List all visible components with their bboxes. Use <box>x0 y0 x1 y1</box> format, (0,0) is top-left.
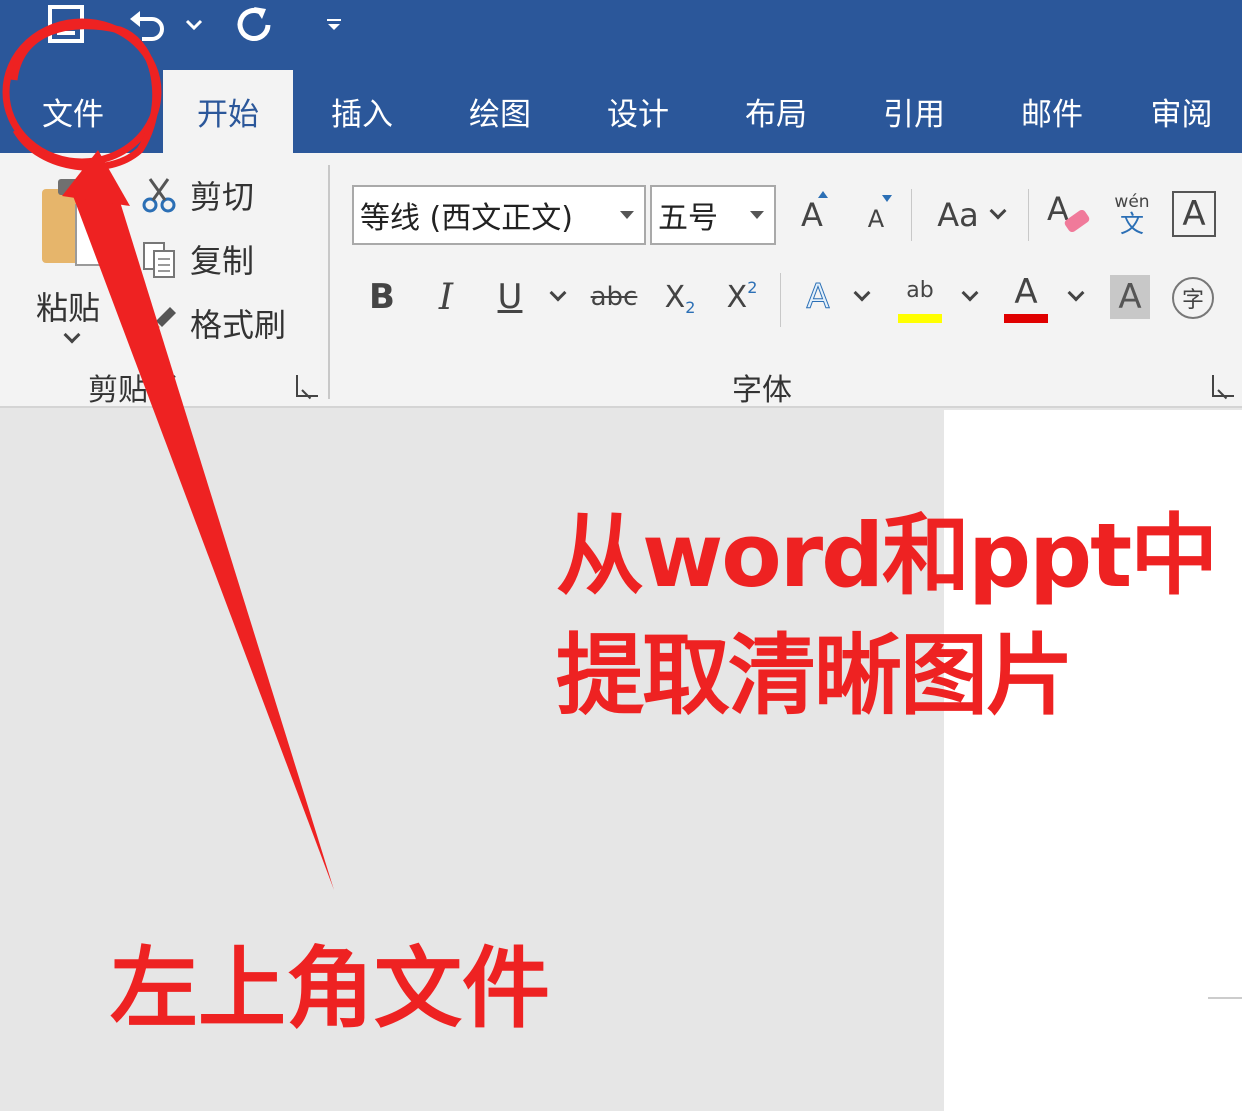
bold-button[interactable]: B <box>362 271 402 323</box>
tab-file[interactable]: 文件 <box>4 70 142 153</box>
clipboard-dialog-launcher-icon[interactable] <box>296 375 318 397</box>
clear-formatting-button[interactable]: A <box>1044 187 1092 243</box>
annotation-title-line1: 从word和ppt中 <box>556 504 1218 607</box>
change-case-dropdown-icon <box>989 202 1007 220</box>
font-name-dropdown-icon <box>620 211 634 219</box>
text-effects-dropdown-icon[interactable] <box>850 284 874 309</box>
copy-icon <box>143 242 175 278</box>
character-border-icon: A <box>1182 194 1206 234</box>
tab-mailings[interactable]: 邮件 <box>983 70 1121 153</box>
strikethrough-button[interactable]: abc <box>590 271 638 323</box>
grow-font-button[interactable]: A <box>792 189 832 241</box>
tab-references[interactable]: 引用 <box>845 70 983 153</box>
redo-icon[interactable] <box>232 0 276 50</box>
shrink-font-button[interactable]: A <box>858 195 894 241</box>
font-size-dropdown-icon <box>750 211 764 219</box>
format-painter-button[interactable]: 格式刷 <box>140 295 286 351</box>
undo-dropdown-icon[interactable] <box>182 0 206 50</box>
title-bar: 文件 开始 插入 绘图 设计 布局 引用 邮件 审阅 <box>0 0 1242 153</box>
shrink-font-icon: A <box>867 205 885 233</box>
change-case-icon: Aa <box>937 196 979 234</box>
subscript-digit: 2 <box>685 297 696 317</box>
font-row-divider <box>1028 189 1029 241</box>
font-color-bar <box>1004 314 1048 323</box>
font-color-icon: A <box>1014 272 1038 312</box>
character-border-button[interactable]: A <box>1172 191 1216 237</box>
superscript-digit: 2 <box>747 277 758 297</box>
cut-label: 剪切 <box>190 178 255 216</box>
font-color-dropdown-icon[interactable] <box>1064 284 1088 309</box>
page-margin-mark <box>1208 997 1242 999</box>
customize-quick-access-icon[interactable] <box>322 0 346 50</box>
font-name-value: 等线 (西文正文) <box>360 201 573 236</box>
cut-button[interactable]: 剪切 <box>140 167 254 223</box>
tab-design[interactable]: 设计 <box>569 70 707 153</box>
italic-button[interactable]: I <box>426 271 466 323</box>
font-name-select[interactable]: 等线 (西文正文) <box>352 185 646 245</box>
copy-button[interactable]: 复制 <box>140 231 254 287</box>
highlight-icon: ab <box>906 277 934 303</box>
character-shading-button[interactable]: A <box>1110 275 1150 319</box>
bold-icon: B <box>369 277 395 317</box>
annotation-hint: 左上角文件 <box>110 937 551 1040</box>
clear-formatting-icon: A <box>1047 190 1090 233</box>
tab-draw[interactable]: 绘图 <box>431 70 569 153</box>
group-divider <box>328 165 330 399</box>
clipboard-group-label: 剪贴板 <box>88 373 178 408</box>
underline-dropdown-icon[interactable] <box>546 284 570 309</box>
paste-button[interactable]: 粘贴 <box>30 173 120 344</box>
grow-font-icon: A <box>801 196 823 234</box>
highlight-color-bar <box>898 314 942 323</box>
tab-insert[interactable]: 插入 <box>293 70 431 153</box>
superscript-icon: X <box>726 279 748 315</box>
enclose-characters-icon: 字 <box>1181 288 1204 313</box>
enclose-characters-button[interactable]: 字 <box>1172 277 1214 319</box>
phonetic-guide-char: 文 <box>1120 210 1144 238</box>
strikethrough-icon: abc <box>590 282 638 312</box>
font-color-button[interactable]: A <box>1002 269 1050 325</box>
undo-icon[interactable] <box>124 0 168 50</box>
font-row-divider <box>780 273 781 327</box>
copy-label: 复制 <box>190 242 255 280</box>
text-effects-icon: A <box>806 277 830 318</box>
phonetic-guide-pinyin: wén <box>1114 192 1150 212</box>
character-shading-icon: A <box>1118 277 1142 317</box>
font-group-label: 字体 <box>732 373 792 408</box>
font-dialog-launcher-icon[interactable] <box>1212 375 1234 397</box>
superscript-button[interactable]: X 2 <box>722 271 762 323</box>
paste-icon <box>42 179 117 266</box>
subscript-icon: X <box>664 279 686 315</box>
font-size-select[interactable]: 五号 <box>650 185 776 245</box>
underline-icon: U <box>497 277 523 317</box>
paste-label: 粘贴 <box>36 289 101 327</box>
font-size-value: 五号 <box>658 201 718 236</box>
phonetic-guide-button[interactable]: wén 文 <box>1110 187 1154 243</box>
highlight-dropdown-icon[interactable] <box>958 284 982 309</box>
subscript-button[interactable]: X 2 <box>660 271 700 323</box>
tab-layout[interactable]: 布局 <box>707 70 845 153</box>
format-painter-icon <box>146 307 176 339</box>
annotation-title-line2: 提取清晰图片 <box>556 624 1074 727</box>
change-case-button[interactable]: Aa <box>928 189 1010 241</box>
text-effects-button[interactable]: A <box>798 271 838 323</box>
tab-home[interactable]: 开始 <box>163 70 293 153</box>
ribbon: 粘贴 剪切 复制 格式刷 剪贴板 等线 (西文正文) 五号 A A Aa A w… <box>0 153 1242 408</box>
scissors-icon <box>142 178 176 213</box>
tab-review[interactable]: 审阅 <box>1121 70 1242 153</box>
underline-button[interactable]: U <box>490 271 530 323</box>
format-painter-label: 格式刷 <box>190 306 287 344</box>
italic-icon: I <box>438 276 454 318</box>
highlight-button[interactable]: ab <box>896 269 944 325</box>
save-icon[interactable] <box>44 0 88 50</box>
font-row-divider <box>911 189 912 241</box>
